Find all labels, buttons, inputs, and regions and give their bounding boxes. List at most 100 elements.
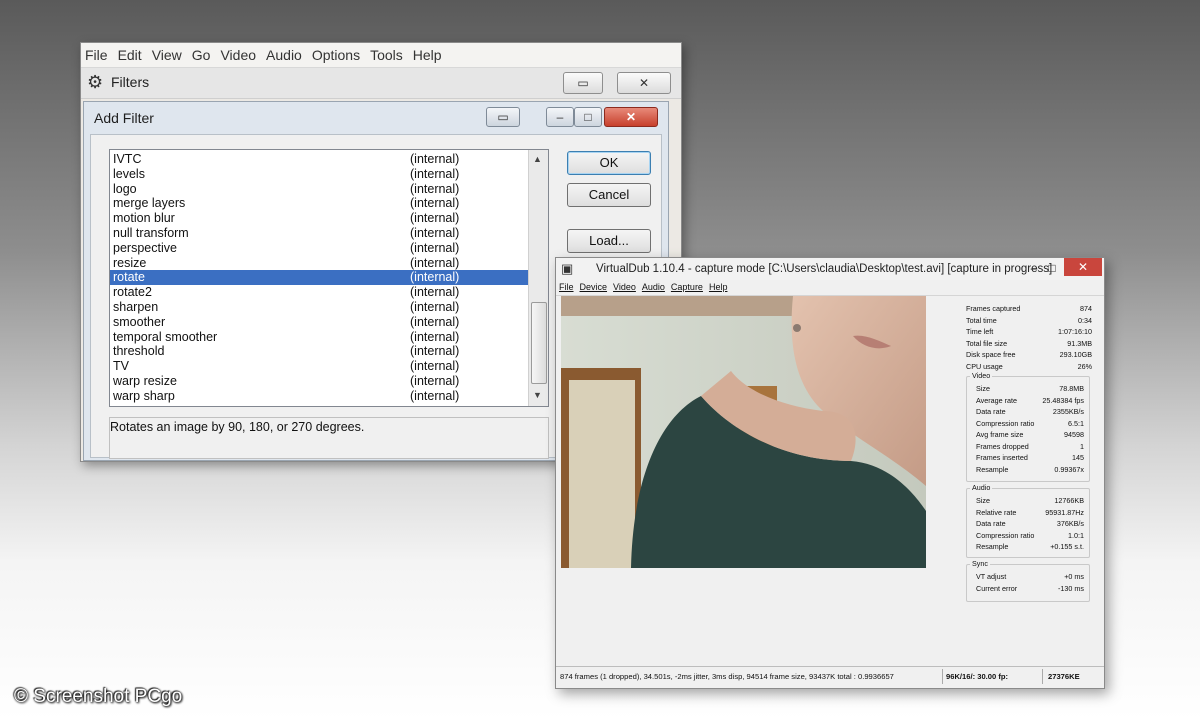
filter-name: levels <box>113 166 145 181</box>
scroll-thumb[interactable] <box>531 302 547 384</box>
vd-maximize-icon[interactable]: □ <box>1044 259 1060 277</box>
filter-list-item[interactable]: smoother (internal) <box>110 315 528 330</box>
menu-view[interactable]: View <box>148 43 188 63</box>
dialog-restore-button[interactable]: ▭ <box>486 107 520 127</box>
stat-value: 145 <box>1072 453 1084 462</box>
filter-name: warp sharp <box>113 388 175 403</box>
menu-tools[interactable]: Tools <box>366 43 409 63</box>
status-size: 27376KE <box>1048 672 1080 681</box>
stat-value: 6.5:1 <box>1068 418 1084 428</box>
vd-menu-capture[interactable]: Capture <box>668 281 706 292</box>
stat-label: Total time <box>966 315 997 325</box>
close-button[interactable]: ✕ <box>604 107 658 127</box>
menu-edit[interactable]: Edit <box>114 43 148 63</box>
stat-label: Frames captured <box>966 304 1021 313</box>
list-scrollbar[interactable]: ▲ ▼ <box>528 150 548 406</box>
load-button[interactable]: Load... <box>567 229 651 253</box>
scroll-up-icon[interactable]: ▲ <box>533 154 542 164</box>
filter-list-item[interactable]: motion blur (internal) <box>110 211 528 226</box>
vd-titlebar: ▣ VirtualDub 1.10.4 - capture mode [C:\U… <box>556 258 1104 280</box>
capture-stats-panel: Frames captured 874 Total time 0:34 Time lef… <box>960 296 1096 636</box>
filter-list-item[interactable]: threshold (internal) <box>110 344 528 359</box>
filter-name: null transform <box>113 226 189 240</box>
status-main: 874 frames (1 dropped), 34.501s, -2ms ji… <box>560 672 894 681</box>
status-separator <box>942 669 943 684</box>
filter-list-item[interactable]: warp resize (internal) <box>110 374 528 389</box>
stat-label: VT adjust <box>976 572 1007 581</box>
sync-stat-row: Current error -130 ms <box>960 584 1096 594</box>
filter-type: (internal) <box>410 226 460 240</box>
stat-value: 1:07:16:10 <box>1058 327 1092 336</box>
menu-help[interactable]: Help <box>409 43 448 63</box>
menu-file[interactable]: File <box>81 43 114 63</box>
filter-list-item[interactable]: logo (internal) <box>110 182 528 197</box>
filter-name: merge layers <box>113 196 186 211</box>
filter-type: (internal) <box>410 300 460 314</box>
filter-list-item[interactable]: merge layers (internal) <box>110 196 528 211</box>
filter-list[interactable]: IVTC (internal) levels (internal) logo (inter… <box>109 149 549 407</box>
vd-menu-file[interactable]: File <box>556 281 577 292</box>
vd-menu-device[interactable]: Device <box>577 281 611 292</box>
restore-button[interactable]: ▭ <box>563 72 603 94</box>
add-filter-title: Add Filter <box>94 110 154 126</box>
stat-label: Average rate <box>976 395 1018 405</box>
vd-status-bar: 874 frames (1 dropped), 34.501s, -2ms ji… <box>556 666 1104 687</box>
filter-name: sharpen <box>113 300 159 314</box>
audio-stat-row: Resample +0.155 s.t. <box>960 542 1096 552</box>
main-menu-bar: File Edit View Go Video Audio Options Tools Help <box>81 43 681 68</box>
stat-label: Data rate <box>976 407 1006 416</box>
filter-list-item[interactable]: rotate2 (internal) <box>110 285 528 300</box>
stat-row: Time left 1:07:16:10 <box>960 327 1096 337</box>
filter-list-item[interactable]: IVTC (internal) <box>110 152 528 167</box>
filter-list-item[interactable]: warp sharp (internal) <box>110 389 528 404</box>
filter-type: (internal) <box>410 166 460 181</box>
filter-list-item[interactable]: rotate (internal) <box>110 270 528 286</box>
vd-close-icon[interactable]: ✕ <box>1064 258 1102 276</box>
vd-menu-video[interactable]: Video <box>610 281 639 292</box>
stat-value: 25.48384 fps <box>1042 395 1084 405</box>
vd-menu-bar: File Device Video Audio Capture Help <box>556 281 1104 296</box>
gear-icon: ⚙ <box>87 72 104 92</box>
vd-menu-help[interactable]: Help <box>706 281 731 292</box>
cancel-button[interactable]: Cancel <box>567 183 651 207</box>
stat-value: -130 ms <box>1058 583 1084 593</box>
filter-list-item[interactable]: resize (internal) <box>110 256 528 271</box>
maximize-button[interactable]: □ <box>574 107 602 127</box>
stat-label: Relative rate <box>976 507 1017 517</box>
video-stat-row: Data rate 2355KB/s <box>960 407 1096 417</box>
stat-label: Time left <box>966 327 994 336</box>
stat-value: 1.0:1 <box>1068 530 1084 540</box>
stat-label: Size <box>976 384 990 393</box>
stat-value: 12766KB <box>1054 496 1084 505</box>
sync-stat-row: VT adjust +0 ms <box>960 572 1096 582</box>
filter-type: (internal) <box>410 374 460 388</box>
stat-value: +0 ms <box>1064 572 1084 581</box>
filter-name: temporal smoother <box>113 329 218 344</box>
status-separator <box>1042 669 1043 684</box>
filter-name: smoother <box>113 314 166 329</box>
minimize-button[interactable]: – <box>546 107 574 127</box>
menu-audio[interactable]: Audio <box>262 43 308 63</box>
filter-list-item[interactable]: null transform (internal) <box>110 226 528 241</box>
menu-options[interactable]: Options <box>308 43 366 63</box>
menu-go[interactable]: Go <box>188 43 217 63</box>
filter-list-item[interactable]: TV (internal) <box>110 359 528 374</box>
filter-type: (internal) <box>410 388 460 403</box>
ok-button[interactable]: OK <box>567 151 651 175</box>
webcam-image <box>561 296 926 568</box>
vd-menu-audio[interactable]: Audio <box>639 281 668 292</box>
filter-list-item[interactable]: levels (internal) <box>110 167 528 182</box>
stat-label: Compression ratio <box>976 530 1035 540</box>
filters-close-button[interactable]: ✕ <box>617 72 671 94</box>
stat-value: 0:34 <box>1078 315 1092 325</box>
filter-list-item[interactable]: temporal smoother (internal) <box>110 330 528 345</box>
filter-type: (internal) <box>410 329 460 344</box>
menu-video[interactable]: Video <box>216 43 262 63</box>
status-audio: 96K/16/: 30.00 fp: <box>946 672 1009 681</box>
stat-row: Total time 0:34 <box>960 316 1096 326</box>
vd-minimize-icon[interactable]: – <box>1026 259 1042 277</box>
stat-value: +0.155 s.t. <box>1050 542 1084 551</box>
filter-list-item[interactable]: perspective (internal) <box>110 241 528 256</box>
filter-list-item[interactable]: sharpen (internal) <box>110 300 528 315</box>
scroll-down-icon[interactable]: ▼ <box>533 390 542 400</box>
